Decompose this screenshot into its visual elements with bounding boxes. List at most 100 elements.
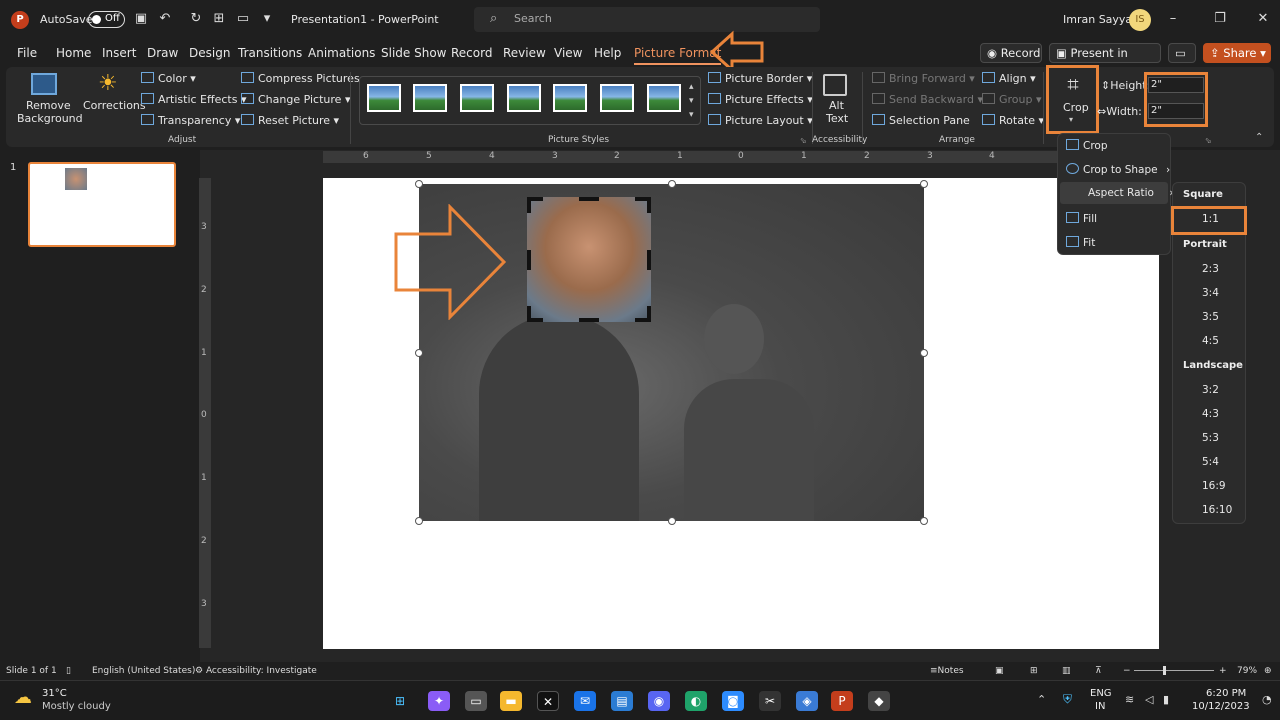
- mail-icon[interactable]: ✉: [574, 691, 596, 711]
- battery-icon[interactable]: ▮: [1163, 693, 1169, 706]
- ratio-5-4[interactable]: 5:4: [1202, 456, 1219, 468]
- slideshow-view-icon[interactable]: ⊼: [1095, 666, 1102, 676]
- zoom-in-icon[interactable]: +: [1219, 666, 1227, 676]
- corrections-button[interactable]: Corrections: [83, 99, 146, 112]
- tab-home[interactable]: Home: [56, 46, 91, 60]
- minimize-icon[interactable]: –: [1164, 10, 1182, 28]
- photos-icon[interactable]: ◈: [796, 691, 818, 711]
- alt-text-label-2[interactable]: Text: [826, 112, 848, 125]
- save-icon[interactable]: ▣: [133, 11, 149, 27]
- picture-style-6[interactable]: [600, 84, 634, 112]
- tab-help[interactable]: Help: [594, 46, 621, 60]
- gallery-scroll-icon[interactable]: ▴ ▾ ▾: [689, 80, 694, 122]
- resize-handle[interactable]: [668, 180, 676, 188]
- slide-thumbnail[interactable]: [28, 162, 176, 247]
- windows-start-icon[interactable]: ⊞: [389, 691, 411, 711]
- slideshow-icon[interactable]: ▭: [235, 11, 251, 27]
- comments-icon[interactable]: ▭: [1168, 43, 1196, 63]
- menu-item-aspect-ratio[interactable]: Aspect Ratio ›: [1088, 187, 1174, 199]
- picture-style-3[interactable]: [460, 84, 494, 112]
- wifi-icon[interactable]: ≋: [1125, 693, 1134, 706]
- resize-handle[interactable]: [668, 517, 676, 525]
- cropped-face-image[interactable]: [527, 197, 651, 322]
- zoom-level[interactable]: 79%: [1237, 666, 1257, 676]
- alt-text-button[interactable]: Alt: [829, 99, 844, 112]
- picture-effects-button[interactable]: Picture Effects ▾: [708, 93, 813, 106]
- notifications-icon[interactable]: ◔: [1262, 693, 1272, 706]
- task-view-icon[interactable]: ▭: [465, 691, 487, 711]
- copilot-icon[interactable]: ✦: [428, 691, 450, 711]
- picture-layout-button[interactable]: Picture Layout ▾: [708, 114, 813, 127]
- picture-style-7[interactable]: [647, 84, 681, 112]
- ratio-4-5[interactable]: 4:5: [1202, 335, 1219, 347]
- x-app-icon[interactable]: ✕: [537, 691, 559, 711]
- avatar[interactable]: IS: [1129, 9, 1151, 31]
- menu-item-crop-to-shape[interactable]: Crop to Shape ›: [1066, 163, 1170, 176]
- zoom-app-icon[interactable]: ◙: [722, 691, 744, 711]
- tab-file[interactable]: File: [17, 46, 37, 60]
- align-button[interactable]: Align ▾: [982, 72, 1036, 85]
- resize-handle[interactable]: [415, 349, 423, 357]
- share-button[interactable]: ⇪ Share ▾: [1203, 43, 1271, 63]
- bring-forward-button[interactable]: Bring Forward ▾: [872, 72, 975, 85]
- normal-view-icon[interactable]: ▣: [995, 666, 1004, 676]
- tab-design[interactable]: Design: [189, 46, 230, 60]
- present-icon[interactable]: ⊞: [211, 11, 227, 27]
- corrections-icon[interactable]: ☀: [98, 71, 118, 96]
- tab-view[interactable]: View: [554, 46, 582, 60]
- slide-sorter-icon[interactable]: ⊞: [1030, 666, 1038, 676]
- change-picture-button[interactable]: Change Picture ▾: [241, 93, 350, 106]
- picture-style-1[interactable]: [367, 84, 401, 112]
- ratio-5-3[interactable]: 5:3: [1202, 432, 1219, 444]
- remove-background-label-2[interactable]: Background: [17, 112, 83, 125]
- ratio-16-9[interactable]: 16:9: [1202, 480, 1226, 492]
- restore-icon[interactable]: ❐: [1211, 10, 1229, 28]
- autosave-toggle[interactable]: Off: [88, 11, 125, 28]
- ratio-3-5[interactable]: 3:5: [1202, 311, 1219, 323]
- ratio-3-2[interactable]: 3:2: [1202, 384, 1219, 396]
- tab-insert[interactable]: Insert: [102, 46, 136, 60]
- spelling-icon[interactable]: ▯: [66, 666, 71, 676]
- picture-style-5[interactable]: [553, 84, 587, 112]
- ratio-4-3[interactable]: 4:3: [1202, 408, 1219, 420]
- alt-text-icon[interactable]: [823, 74, 847, 96]
- fit-slide-icon[interactable]: ⊕: [1264, 666, 1272, 676]
- record-button[interactable]: ◉ Record: [980, 43, 1042, 63]
- notepad-icon[interactable]: ▤: [611, 691, 633, 711]
- clock-date[interactable]: 10/12/2023: [1192, 701, 1250, 712]
- menu-item-fill[interactable]: Fill: [1066, 212, 1097, 225]
- zoom-slider-thumb[interactable]: [1163, 666, 1166, 675]
- picture-border-button[interactable]: Picture Border ▾: [708, 72, 812, 85]
- tab-review[interactable]: Review: [503, 46, 546, 60]
- compress-pictures-button[interactable]: Compress Pictures: [241, 72, 360, 85]
- tab-slide-show[interactable]: Slide Show: [381, 46, 446, 60]
- undo-icon[interactable]: ↶: [157, 11, 173, 27]
- remove-background-label[interactable]: Remove: [26, 99, 71, 112]
- snipping-tool-icon[interactable]: ✂: [759, 691, 781, 711]
- show-hidden-icons-icon[interactable]: ⌃: [1037, 693, 1046, 706]
- transparency-button[interactable]: Transparency ▾: [141, 114, 240, 127]
- language-status[interactable]: English (United States): [92, 666, 195, 676]
- volume-icon[interactable]: ◁: [1145, 693, 1153, 706]
- ratio-3-4[interactable]: 3:4: [1202, 287, 1219, 299]
- redo-icon[interactable]: ↻: [188, 11, 204, 27]
- zoom-out-icon[interactable]: −: [1123, 666, 1131, 676]
- accessibility-status[interactable]: ⚙ Accessibility: Investigate: [195, 666, 317, 676]
- resize-handle[interactable]: [920, 180, 928, 188]
- reset-picture-button[interactable]: Reset Picture ▾: [241, 114, 339, 127]
- present-in-teams-button[interactable]: ▣ Present in Teams: [1049, 43, 1161, 78]
- gimp-icon[interactable]: ◆: [868, 691, 890, 711]
- tab-animations[interactable]: Animations: [308, 46, 375, 60]
- rotate-button[interactable]: Rotate ▾: [982, 114, 1044, 127]
- menu-item-fit[interactable]: Fit: [1066, 236, 1095, 249]
- selection-pane-button[interactable]: Selection Pane: [872, 114, 970, 127]
- notes-button[interactable]: ≡Notes: [930, 666, 964, 676]
- discord-icon[interactable]: ◉: [648, 691, 670, 711]
- security-icon[interactable]: ⛨: [1063, 692, 1072, 707]
- picture-style-4[interactable]: [507, 84, 541, 112]
- menu-item-crop[interactable]: Crop: [1066, 139, 1108, 152]
- resize-handle[interactable]: [415, 180, 423, 188]
- tab-record[interactable]: Record: [451, 46, 492, 60]
- resize-handle[interactable]: [415, 517, 423, 525]
- tab-transitions[interactable]: Transitions: [238, 46, 302, 60]
